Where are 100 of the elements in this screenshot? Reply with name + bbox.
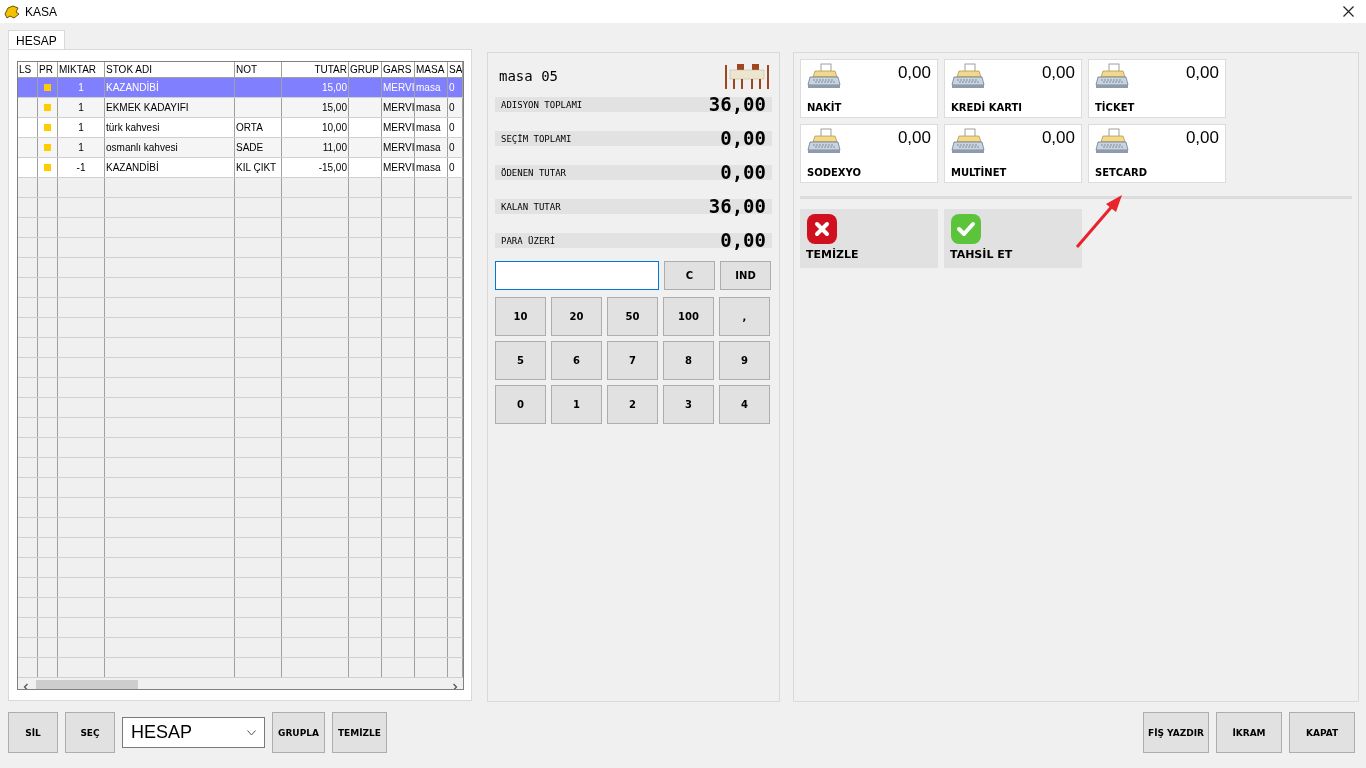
keypad-key[interactable]: 0	[495, 385, 546, 424]
total-value: 36,00	[708, 199, 766, 214]
total-label: KALAN TUTAR	[501, 201, 561, 212]
table-name: masa 05	[499, 68, 558, 84]
table-cell-text: 1	[78, 141, 84, 155]
keypad-key[interactable]: ,	[719, 297, 770, 336]
column-header[interactable]: STOK ADI	[105, 62, 235, 77]
table-cell: 0	[449, 102, 455, 113]
input-field[interactable]	[495, 261, 659, 290]
cash-register-icon	[1095, 128, 1129, 154]
keypad-key[interactable]: 100	[663, 297, 714, 336]
total-value: 0,00	[720, 131, 766, 146]
table-cell: masa	[416, 82, 441, 93]
table-cell: KAZANDİBİ	[106, 162, 159, 173]
table-cell: 0	[449, 162, 455, 173]
toolbar-button[interactable]: KAPAT	[1289, 712, 1355, 753]
cash-register-icon	[951, 63, 985, 89]
table-cell: MERVI	[383, 122, 414, 133]
keypad-key[interactable]: 10	[495, 297, 546, 336]
table-row[interactable]: 1 türk kahvesi ORTA 10,00 MERVImasa 0	[18, 118, 463, 138]
close-icon	[806, 213, 838, 245]
column-header[interactable]: GRUP	[349, 62, 382, 77]
table-cell: 0	[449, 82, 455, 93]
payment-button[interactable]: 0,00 TİCKET	[1088, 59, 1226, 118]
column-header[interactable]: MIKTAR	[58, 62, 105, 77]
action-button[interactable]: TAHSİL ET	[944, 209, 1082, 268]
keypad-key[interactable]: 1	[551, 385, 602, 424]
total-value: 0,00	[720, 165, 766, 180]
column-header[interactable]: SA	[448, 62, 463, 77]
toolbar-button[interactable]: İKRAM	[1216, 712, 1282, 753]
cash-register-icon	[951, 128, 985, 154]
payment-button[interactable]: 0,00 MULTİNET	[944, 124, 1082, 183]
toolbar-button[interactable]: SİL	[8, 712, 58, 753]
column-header[interactable]: GARS	[382, 62, 415, 77]
toolbar-button[interactable]: TEMİZLE	[331, 712, 387, 753]
keypad-key[interactable]: 5	[495, 341, 546, 380]
column-header[interactable]: LS	[18, 62, 38, 77]
action-button[interactable]: TEMİZLE	[800, 209, 938, 268]
column-header[interactable]: TUTAR	[282, 62, 349, 77]
total-value: 0,00	[720, 233, 766, 248]
tab[interactable]: HESAP	[8, 30, 65, 49]
table-cell: MERVI	[383, 142, 414, 153]
payment-button[interactable]: 0,00 SETCARD	[1088, 124, 1226, 183]
table-cell-text: -1	[76, 161, 86, 175]
table-row[interactable]: 1 osmanlı kahvesi SADE 11,00 MERVImasa 0	[18, 138, 463, 158]
keypad-key[interactable]: 50	[607, 297, 658, 336]
window-title: KASA	[25, 4, 57, 19]
table-row[interactable]: 1 EKMEK KADAYIFI 15,00 MERVImasa 0	[18, 98, 463, 118]
dropdown[interactable]: HESAP	[122, 717, 265, 748]
table-cell: masa	[416, 162, 441, 173]
table-cell: 15,00	[321, 102, 347, 113]
toolbar-button[interactable]: GRUPLA	[272, 712, 325, 753]
toolbar-button[interactable]: FİŞ YAZDIR	[1143, 712, 1209, 753]
close-icon[interactable]	[1343, 6, 1354, 17]
total-label: ÖDENEN TUTAR	[501, 167, 567, 178]
table-cell: 15,00	[321, 82, 347, 93]
app-icon	[4, 4, 20, 19]
keypad-key[interactable]: 9	[719, 341, 770, 380]
scroll-left-icon[interactable]	[22, 682, 30, 689]
column-header[interactable]: NOT	[235, 62, 282, 77]
keypad-key[interactable]: 7	[607, 341, 658, 380]
payment-button[interactable]: 0,00 NAKİT	[800, 59, 938, 118]
table-cell: MERVI	[383, 162, 414, 173]
keypad-key[interactable]: C	[664, 261, 715, 290]
table-cell: masa	[416, 102, 441, 113]
total-label: SEÇİM TOPLAMI	[501, 133, 572, 144]
table-cell: 0	[449, 142, 455, 153]
table-cell: SADE	[236, 142, 264, 153]
keypad-key[interactable]: 4	[719, 385, 770, 424]
chevron-down-icon	[247, 729, 256, 736]
table-cell: osmanlı kahvesi	[106, 142, 178, 153]
table-cell: MERVI	[383, 102, 414, 113]
scroll-right-icon[interactable]	[451, 682, 459, 689]
cash-register-icon	[807, 63, 841, 89]
table-cell: KIL ÇIKT	[236, 162, 277, 173]
payment-button[interactable]: 0,00 SODEXYO	[800, 124, 938, 183]
table-cell-text: 1	[78, 121, 84, 135]
cash-register-icon	[807, 128, 841, 154]
table-cell: masa	[416, 122, 441, 133]
keypad-key[interactable]: 6	[551, 341, 602, 380]
keypad-key[interactable]: 20	[551, 297, 602, 336]
keypad-key[interactable]: 2	[607, 385, 658, 424]
table-cell: MERVI	[383, 82, 414, 93]
keypad-key[interactable]: 8	[663, 341, 714, 380]
cash-register-icon	[1095, 63, 1129, 89]
toolbar-button[interactable]: SEÇ	[65, 712, 115, 753]
column-header[interactable]: MASA	[415, 62, 448, 77]
keypad-key[interactable]: IND	[720, 261, 771, 290]
table-cell: ORTA	[236, 122, 263, 133]
table-cell: 11,00	[322, 142, 347, 153]
dining-table-icon	[722, 63, 772, 89]
table-cell-text: 1	[78, 81, 84, 95]
payment-button[interactable]: 0,00 KREDİ KARTI	[944, 59, 1082, 118]
keypad-key[interactable]: 3	[663, 385, 714, 424]
table-cell-text: 1	[78, 101, 84, 115]
table-cell: masa	[416, 142, 441, 153]
table-cell: EKMEK KADAYIFI	[106, 102, 189, 113]
table-cell: 0	[449, 122, 455, 133]
table-row[interactable]: -1 KAZANDİBİ KIL ÇIKT -15,00 MERVImasa 0	[18, 158, 463, 178]
column-header[interactable]: PR	[38, 62, 58, 77]
